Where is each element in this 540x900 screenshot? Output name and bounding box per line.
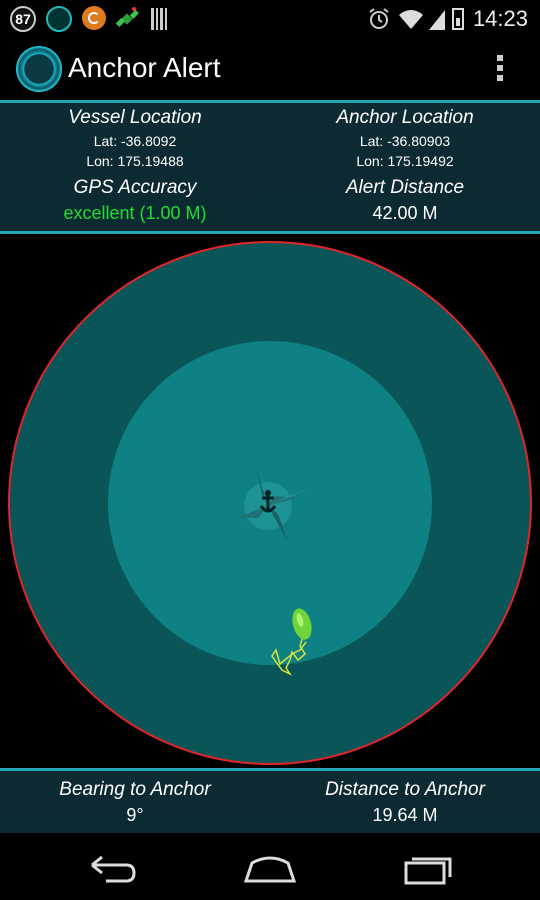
home-icon[interactable] <box>240 847 300 887</box>
anchor-lon: Lon: 175.19492 <box>356 153 454 169</box>
location-info-panel: Vessel Location Lat: -36.8092 Lon: 175.1… <box>0 103 540 231</box>
barcode-icon <box>151 8 167 30</box>
anchor-location-block: Anchor Location Lat: -36.80903 Lon: 175.… <box>270 107 540 171</box>
vessel-location-block: Vessel Location Lat: -36.8092 Lon: 175.1… <box>0 107 270 171</box>
vessel-location-label: Vessel Location <box>68 107 202 128</box>
vessel-lat: Lat: -36.8092 <box>93 133 177 149</box>
battery-icon <box>452 8 464 30</box>
alert-distance-block: Alert Distance 42.00 M <box>270 177 540 224</box>
alarm-icon <box>369 8 389 29</box>
status-bar: 87 14:23 <box>0 0 540 38</box>
recent-apps-icon[interactable] <box>398 847 458 887</box>
distance-block: Distance to Anchor 19.64 M <box>270 779 540 826</box>
back-icon[interactable] <box>82 847 142 887</box>
status-clock: 14:23 <box>472 6 528 31</box>
bearing-label: Bearing to Anchor <box>59 779 211 800</box>
navigation-info-panel: Bearing to Anchor 9° Distance to Anchor … <box>0 771 540 833</box>
action-bar: Anchor Alert <box>0 38 540 100</box>
app-logo-icon <box>16 46 62 92</box>
gps-accuracy-block: GPS Accuracy excellent (1.00 M) <box>0 177 270 224</box>
app-notification-icon <box>46 6 72 32</box>
anchor-radar-svg[interactable] <box>0 236 540 768</box>
notification-count-badge: 87 <box>10 6 36 32</box>
sync-icon <box>82 6 106 30</box>
gps-accuracy-label: GPS Accuracy <box>73 177 197 198</box>
satellite-icon <box>115 7 139 27</box>
alert-distance-label: Alert Distance <box>345 177 465 198</box>
anchor-lat: Lat: -36.80903 <box>359 133 451 149</box>
gps-accuracy-value: excellent (1.00 M) <box>63 203 207 223</box>
bearing-value: 9° <box>126 805 144 825</box>
panel-divider <box>0 231 540 234</box>
overflow-menu-icon[interactable] <box>490 52 510 86</box>
app-title: Anchor Alert <box>68 52 221 83</box>
alert-distance-value: 42.00 M <box>372 203 438 223</box>
distance-value: 19.64 M <box>372 805 438 825</box>
signal-icon <box>429 10 445 30</box>
vessel-lon: Lon: 175.19488 <box>86 153 184 169</box>
bearing-block: Bearing to Anchor 9° <box>0 779 270 826</box>
distance-label: Distance to Anchor <box>325 779 485 800</box>
anchor-location-label: Anchor Location <box>336 107 474 128</box>
system-nav-bar <box>0 833 540 900</box>
wifi-icon <box>399 10 423 30</box>
anchor-map[interactable] <box>0 236 540 768</box>
